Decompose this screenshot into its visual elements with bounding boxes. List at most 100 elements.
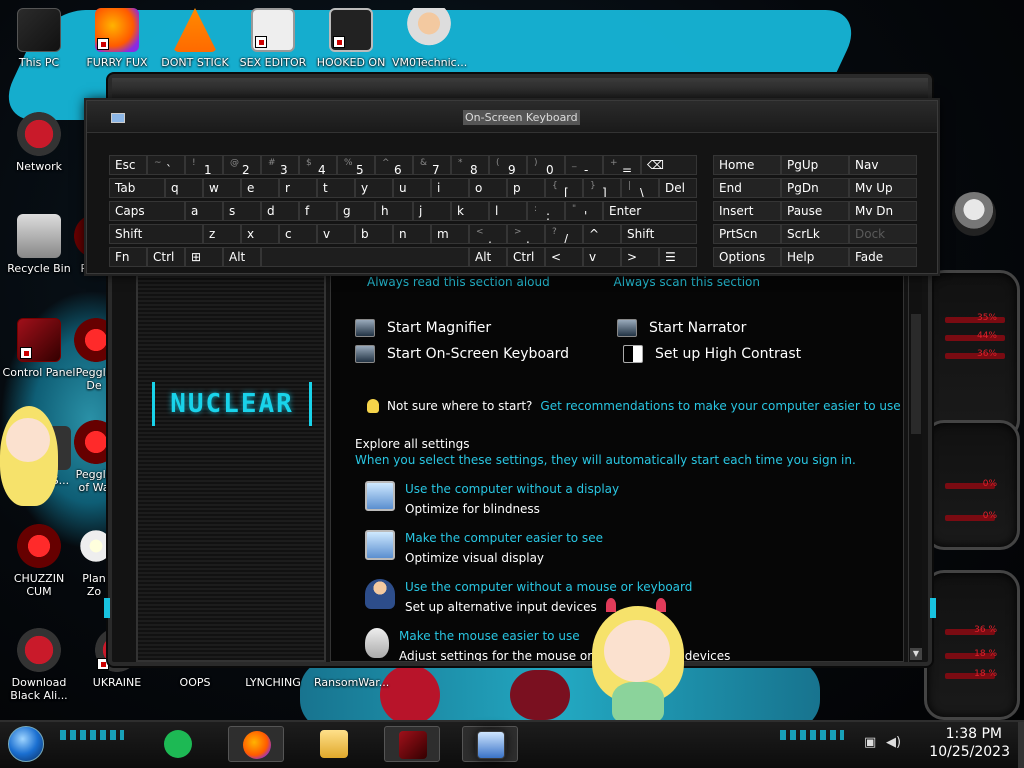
key-9[interactable]: (9 — [489, 155, 527, 175]
key-5[interactable]: % 5 — [337, 155, 375, 175]
key-fn[interactable]: Fn — [109, 247, 147, 267]
key-4[interactable]: $4 — [299, 155, 337, 175]
key-x[interactable]: x — [241, 224, 279, 244]
desktop-icon-ransomware[interactable]: RansomWar... — [314, 676, 389, 689]
key-close-bracket[interactable]: }] — [583, 178, 621, 198]
recommendations-link[interactable]: Get recommendations to make your compute… — [540, 399, 900, 413]
key-a[interactable]: a — [185, 201, 223, 221]
key-caps[interactable]: Caps — [109, 201, 185, 221]
desktop-icon-hooked-on[interactable]: HOOKED ON — [314, 8, 388, 69]
left-arrow-icon[interactable]: < — [545, 247, 583, 267]
key-end[interactable]: End — [713, 178, 781, 198]
menu-icon[interactable]: ☰ — [659, 247, 697, 267]
key-o[interactable]: o — [469, 178, 507, 198]
key-shift-right[interactable]: Shift — [621, 224, 697, 244]
key-l[interactable]: l — [489, 201, 527, 221]
up-arrow-icon[interactable]: ^ — [583, 224, 621, 244]
key-options[interactable]: Options — [713, 247, 781, 267]
key-equals[interactable]: + = — [603, 155, 641, 175]
start-osk-button[interactable]: Start On-Screen Keyboard — [355, 345, 569, 363]
key-help[interactable]: Help — [781, 247, 849, 267]
right-arrow-icon[interactable]: > — [621, 247, 659, 267]
desktop-icon-control-panel[interactable]: Control Panel — [2, 318, 76, 379]
key-open-bracket[interactable]: {[ — [545, 178, 583, 198]
key-y[interactable]: y — [355, 178, 393, 198]
key-mv-dn[interactable]: Mv Dn — [849, 201, 917, 221]
key-e[interactable]: e — [241, 178, 279, 198]
key-nav[interactable]: Nav — [849, 155, 917, 175]
key-h[interactable]: h — [375, 201, 413, 221]
key-i[interactable]: i — [431, 178, 469, 198]
key-semicolon[interactable]: :; — [527, 201, 565, 221]
key-backslash[interactable]: | \ — [621, 178, 659, 198]
vertical-scrollbar[interactable]: ▼ — [908, 274, 922, 662]
desktop-icon-network[interactable]: Network — [2, 112, 76, 173]
key-7[interactable]: & 7 — [413, 155, 451, 175]
desktop-icon-vm0technic[interactable]: VM0Technic... — [392, 8, 467, 69]
desktop-icon-oops[interactable]: OOPS — [158, 676, 232, 689]
key-tab[interactable]: Tab — [109, 178, 165, 198]
key-slash[interactable]: ? / — [545, 224, 583, 244]
windows-logo-icon[interactable]: ⊞ — [185, 247, 223, 267]
key-3[interactable]: #3 — [261, 155, 299, 175]
desktop-icon-download-black-ali[interactable]: Download Black Ali... — [2, 628, 76, 702]
key-j[interactable]: j — [413, 201, 451, 221]
clock-date[interactable]: 10/25/2023 — [929, 744, 1010, 760]
key-esc[interactable]: Esc — [109, 155, 147, 175]
key-pgdn[interactable]: PgDn — [781, 178, 849, 198]
key-m[interactable]: m — [431, 224, 469, 244]
key-pgup[interactable]: PgUp — [781, 155, 849, 175]
taskbar-on-screen-keyboard[interactable] — [462, 726, 518, 762]
start-button[interactable] — [8, 726, 44, 762]
key-v[interactable]: v — [317, 224, 355, 244]
desktop-icon-this-pc[interactable]: This PC — [2, 8, 76, 69]
key-backtick[interactable]: ~ ` — [147, 155, 185, 175]
key-home[interactable]: Home — [713, 155, 781, 175]
key-g[interactable]: g — [337, 201, 375, 221]
key-t[interactable]: t — [317, 178, 355, 198]
key-q[interactable]: q — [165, 178, 203, 198]
desktop-icon-recycle-bin[interactable]: Recycle Bin — [2, 214, 76, 275]
key-scrlk[interactable]: ScrLk — [781, 224, 849, 244]
key-alt-right[interactable]: Alt — [469, 247, 507, 267]
key-quote[interactable]: " ' — [565, 201, 603, 221]
start-magnifier-button[interactable]: Start Magnifier — [355, 319, 491, 337]
key-c[interactable]: c — [279, 224, 317, 244]
key-ctrl-right[interactable]: Ctrl — [507, 247, 545, 267]
key-w[interactable]: w — [203, 178, 241, 198]
key-s[interactable]: s — [223, 201, 261, 221]
key-p[interactable]: p — [507, 178, 545, 198]
key-alt-left[interactable]: Alt — [223, 247, 261, 267]
key-8[interactable]: * 8 — [451, 155, 489, 175]
taskbar-control-panel[interactable] — [384, 726, 440, 762]
taskbar-file-explorer[interactable] — [306, 726, 362, 762]
key-shift-left[interactable]: Shift — [109, 224, 203, 244]
desktop-icon-dont-stick[interactable]: DONT STICK — [158, 8, 232, 69]
clock-time[interactable]: 1:38 PM — [946, 726, 1002, 742]
key-u[interactable]: u — [393, 178, 431, 198]
taskbar-spotify[interactable] — [150, 726, 206, 762]
taskbar-firefox[interactable] — [228, 726, 284, 762]
desktop-icon-chuzzin-cum[interactable]: CHUZZIN CUM — [2, 524, 76, 598]
key-del[interactable]: Del — [659, 178, 697, 198]
key-f[interactable]: f — [299, 201, 337, 221]
backspace-icon[interactable]: ⌫ — [641, 155, 697, 175]
network-icon[interactable]: ▣ — [864, 736, 878, 750]
key-1[interactable]: ! 1 — [185, 155, 223, 175]
start-narrator-button[interactable]: Start Narrator — [617, 319, 746, 337]
scan-section-checkbox[interactable]: Always scan this section — [614, 275, 760, 289]
desktop-icon-lynching[interactable]: LYNCHING — [236, 676, 310, 689]
desktop-icon-furry-fux[interactable]: FURRY FUX — [80, 8, 154, 69]
key-enter[interactable]: Enter — [603, 201, 697, 221]
osk-titlebar[interactable]: On-Screen Keyboard — [87, 101, 937, 133]
key-0[interactable]: ) 0 — [527, 155, 565, 175]
down-arrow-icon[interactable]: v — [583, 247, 621, 267]
show-desktop-button[interactable] — [1018, 722, 1024, 768]
no-display-link[interactable]: Use the computer without a display — [405, 481, 619, 497]
volume-icon[interactable]: ◀) — [886, 736, 901, 750]
key-b[interactable]: b — [355, 224, 393, 244]
key-comma[interactable]: <, — [469, 224, 507, 244]
key-2[interactable]: @2 — [223, 155, 261, 175]
key-r[interactable]: r — [279, 178, 317, 198]
desktop-icon-sex-editor[interactable]: SEX EDITOR — [236, 8, 310, 69]
